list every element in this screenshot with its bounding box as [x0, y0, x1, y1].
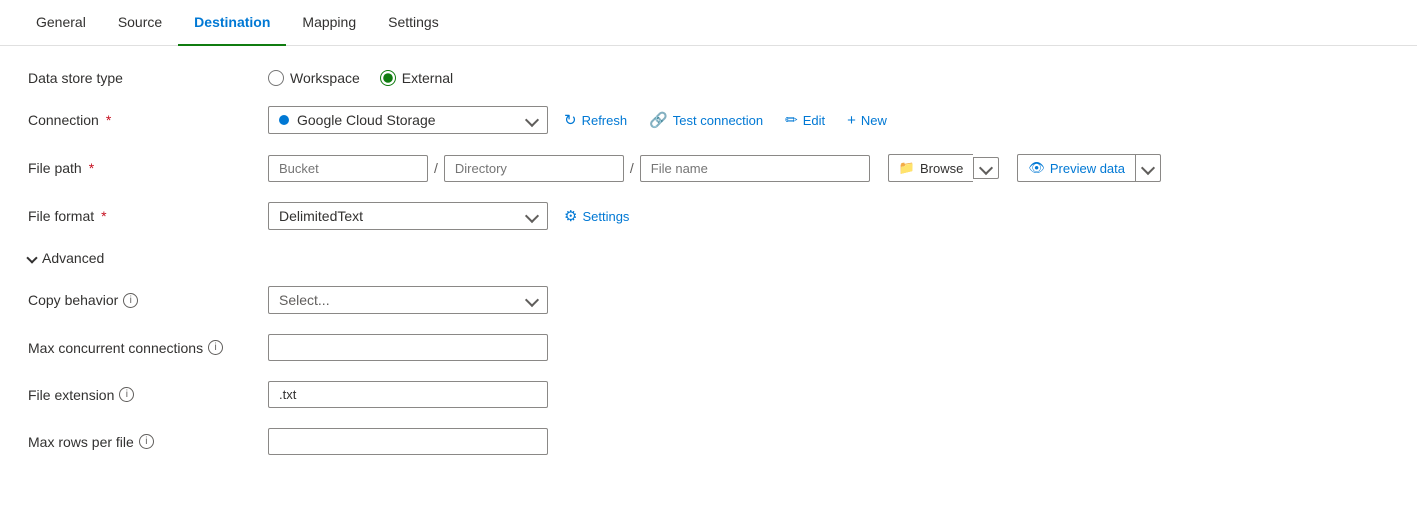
path-separator-2: /: [624, 160, 640, 176]
form-area: Data store type Workspace External Conne…: [0, 46, 1417, 499]
path-separator-1: /: [428, 160, 444, 176]
bucket-input[interactable]: [268, 155, 428, 182]
settings-button[interactable]: ⚙ Settings: [558, 203, 635, 229]
preview-button[interactable]: 👁 Preview data: [1018, 155, 1136, 181]
data-store-type-row: Data store type Workspace External: [28, 70, 1389, 86]
radio-workspace-label: Workspace: [290, 70, 360, 86]
connection-chevron-icon: [525, 113, 539, 127]
radio-workspace-input[interactable]: [268, 70, 284, 86]
radio-workspace[interactable]: Workspace: [268, 70, 360, 86]
preview-icon: 👁: [1028, 160, 1045, 176]
max-concurrent-connections-row: Max concurrent connections i: [28, 334, 1389, 361]
tab-settings[interactable]: Settings: [372, 0, 455, 46]
tab-source[interactable]: Source: [102, 0, 178, 46]
settings-label: Settings: [582, 209, 629, 224]
new-label: New: [861, 113, 887, 128]
file-path-label: File path *: [28, 160, 268, 176]
refresh-label: Refresh: [582, 113, 628, 128]
file-path-group: / /: [268, 155, 870, 182]
file-path-controls: / / 📁 Browse 👁 Preview data: [268, 154, 1161, 182]
browse-chevron-button[interactable]: [973, 157, 999, 179]
copy-behavior-controls: Select...: [268, 286, 548, 314]
radio-group: Workspace External: [268, 70, 453, 86]
preview-group: 👁 Preview data: [1017, 154, 1161, 182]
settings-icon: ⚙: [564, 207, 577, 225]
file-path-row: File path * / / 📁 Browse: [28, 154, 1389, 182]
connection-controls: Google Cloud Storage ↻ Refresh 🔗 Test co…: [268, 106, 893, 134]
browse-icon: 📁: [899, 160, 915, 176]
connection-dropdown[interactable]: Google Cloud Storage: [268, 106, 548, 134]
test-connection-label: Test connection: [673, 113, 763, 128]
file-format-label: File format *: [28, 208, 268, 224]
directory-input[interactable]: [444, 155, 624, 182]
browse-label: Browse: [920, 161, 963, 176]
tab-destination[interactable]: Destination: [178, 0, 286, 46]
max-rows-per-file-input[interactable]: [268, 428, 548, 455]
file-extension-info-icon: i: [119, 387, 134, 402]
max-concurrent-info-icon: i: [208, 340, 223, 355]
new-icon: +: [847, 112, 856, 129]
file-extension-row: File extension i: [28, 381, 1389, 408]
max-rows-info-icon: i: [139, 434, 154, 449]
refresh-button[interactable]: ↻ Refresh: [558, 107, 633, 133]
tab-general[interactable]: General: [20, 0, 102, 46]
copy-behavior-info-icon: i: [123, 293, 138, 308]
data-store-type-controls: Workspace External: [268, 70, 453, 86]
new-button[interactable]: + New: [841, 108, 893, 133]
file-format-controls: DelimitedText ⚙ Settings: [268, 202, 635, 230]
browse-group: 📁 Browse: [888, 154, 1000, 182]
edit-button[interactable]: ✏ Edit: [779, 107, 831, 133]
data-store-type-label: Data store type: [28, 70, 268, 86]
copy-behavior-chevron-icon: [525, 293, 539, 307]
file-format-dropdown[interactable]: DelimitedText: [268, 202, 548, 230]
file-format-chevron-icon: [525, 209, 539, 223]
copy-behavior-placeholder: Select...: [279, 292, 330, 308]
radio-external[interactable]: External: [380, 70, 453, 86]
max-concurrent-connections-input[interactable]: [268, 334, 548, 361]
file-format-required: *: [101, 208, 106, 224]
file-extension-input[interactable]: [268, 381, 548, 408]
edit-icon: ✏: [785, 111, 798, 129]
copy-behavior-dropdown[interactable]: Select...: [268, 286, 548, 314]
connection-status-dot: [279, 115, 289, 125]
edit-label: Edit: [803, 113, 825, 128]
test-connection-button[interactable]: 🔗 Test connection: [643, 107, 769, 133]
connection-value: Google Cloud Storage: [297, 112, 436, 128]
file-format-value: DelimitedText: [279, 208, 363, 224]
browse-chevron-icon: [979, 161, 993, 175]
file-extension-controls: [268, 381, 548, 408]
file-path-required: *: [89, 160, 94, 176]
tab-bar: General Source Destination Mapping Setti…: [0, 0, 1417, 46]
file-extension-label: File extension i: [28, 387, 268, 403]
advanced-chevron-icon: [26, 252, 37, 263]
preview-chevron-button[interactable]: [1136, 158, 1160, 178]
browse-button[interactable]: 📁 Browse: [888, 154, 974, 182]
radio-external-label: External: [402, 70, 453, 86]
advanced-label: Advanced: [42, 250, 104, 266]
max-rows-per-file-controls: [268, 428, 548, 455]
max-concurrent-connections-label: Max concurrent connections i: [28, 340, 268, 356]
preview-label: Preview data: [1050, 161, 1125, 176]
connection-required: *: [106, 112, 111, 128]
max-rows-per-file-row: Max rows per file i: [28, 428, 1389, 455]
test-connection-icon: 🔗: [649, 111, 668, 129]
advanced-toggle[interactable]: Advanced: [28, 250, 1389, 266]
radio-external-input[interactable]: [380, 70, 396, 86]
refresh-icon: ↻: [564, 111, 577, 129]
filename-input[interactable]: [640, 155, 870, 182]
connection-label: Connection *: [28, 112, 268, 128]
copy-behavior-label: Copy behavior i: [28, 292, 268, 308]
tab-mapping[interactable]: Mapping: [286, 0, 372, 46]
file-format-row: File format * DelimitedText ⚙ Settings: [28, 202, 1389, 230]
connection-row: Connection * Google Cloud Storage ↻ Refr…: [28, 106, 1389, 134]
max-rows-per-file-label: Max rows per file i: [28, 434, 268, 450]
max-concurrent-connections-controls: [268, 334, 548, 361]
preview-chevron-icon: [1141, 161, 1155, 175]
copy-behavior-row: Copy behavior i Select...: [28, 286, 1389, 314]
